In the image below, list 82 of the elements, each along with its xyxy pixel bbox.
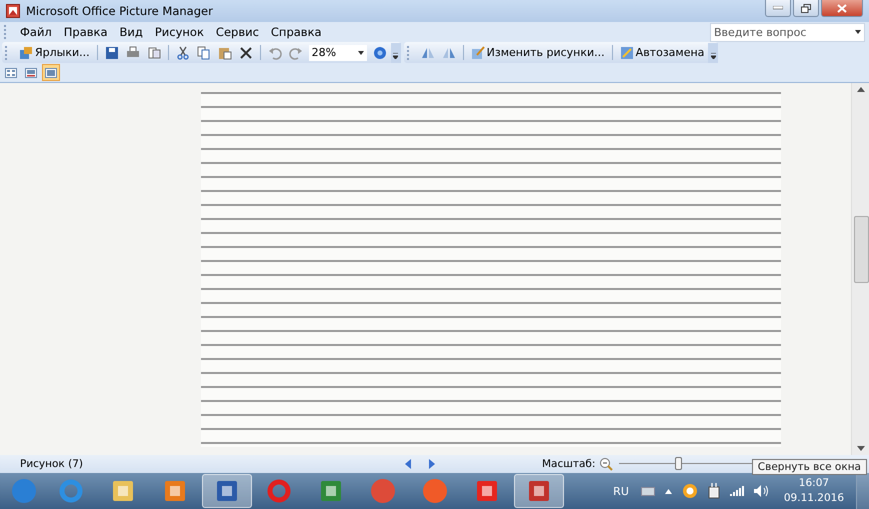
toolbar-options-button[interactable]	[390, 42, 401, 62]
next-icon	[429, 459, 435, 469]
dropdown-caret-icon	[358, 50, 364, 54]
help-icon	[372, 46, 387, 60]
taskbar-app-button[interactable]	[514, 474, 564, 508]
redo-icon	[288, 46, 303, 60]
edit-pictures-button[interactable]: Изменить рисунки...	[468, 42, 608, 62]
ring-icon	[58, 478, 84, 504]
next-button[interactable]	[427, 459, 437, 469]
previous-button[interactable]	[403, 459, 413, 469]
square-icon	[526, 478, 552, 504]
shortcuts-button[interactable]: Ярлыки...	[16, 42, 93, 62]
shortcuts-icon	[19, 46, 33, 60]
picture-count: Рисунок (7)	[20, 458, 83, 470]
picture-manager-icon	[6, 4, 20, 18]
copy-icon	[196, 46, 211, 60]
clipboard-icon	[218, 46, 232, 60]
picture-pencil-icon	[470, 46, 485, 60]
menu-item[interactable]: Правка	[58, 25, 114, 39]
picture-wand-icon	[620, 46, 634, 60]
minimize-icon	[773, 6, 783, 10]
chevron-icon	[710, 52, 716, 58]
slider-thumb[interactable]	[675, 457, 682, 470]
circle-icon	[370, 478, 396, 504]
zoom-out-button[interactable]	[597, 457, 616, 471]
chevron-icon	[393, 52, 398, 58]
keyboard-icon[interactable]	[640, 486, 655, 496]
taskbar-app-button[interactable]	[202, 474, 252, 508]
triangles-icon	[420, 46, 435, 60]
previous-icon	[405, 459, 411, 469]
clock[interactable]: 16:07 09.11.2016	[784, 476, 844, 506]
printer-icon	[126, 46, 140, 60]
view-mode-icon	[45, 68, 57, 78]
clock-date: 09.11.2016	[784, 491, 844, 506]
menu-item[interactable]: Сервис	[210, 25, 265, 39]
show-desktop-button[interactable]	[856, 473, 869, 509]
zoom-dropdown[interactable]: 28%	[308, 44, 367, 60]
autocorrect-button[interactable]: Автозамена	[616, 42, 708, 62]
view-mode-button[interactable]	[42, 64, 60, 81]
restore-button[interactable]	[793, 0, 819, 17]
tooltip: Свернуть все окна	[752, 459, 867, 475]
scroll-down-icon[interactable]	[856, 446, 864, 451]
vertical-scrollbar[interactable]	[851, 83, 869, 455]
clock-time: 16:07	[798, 476, 830, 491]
speaker-icon[interactable]	[754, 485, 770, 497]
dropdown-caret-icon	[855, 30, 861, 34]
language-indicator[interactable]: RU	[613, 484, 629, 498]
close-button[interactable]	[821, 0, 863, 17]
circle-icon	[11, 478, 37, 504]
square-icon	[110, 478, 136, 504]
save-icon	[104, 46, 119, 60]
zoom-out-icon	[599, 457, 614, 471]
circle-icon	[422, 478, 448, 504]
toolbar-options-button[interactable]	[708, 42, 718, 62]
power-plug-icon[interactable]	[708, 483, 720, 499]
view-mode-icon	[5, 68, 17, 78]
ring-icon	[266, 478, 292, 504]
square-icon	[162, 478, 188, 504]
menu-item[interactable]: Файл	[14, 25, 58, 39]
close-icon	[837, 4, 847, 12]
triangles-icon	[442, 46, 456, 60]
restore-icon	[801, 4, 811, 12]
square-icon	[318, 478, 344, 504]
document-icon	[146, 46, 161, 60]
help-search-field[interactable]: Введите вопрос	[711, 24, 855, 40]
zoom-label: Масштаб:	[542, 458, 596, 470]
scissors-icon	[176, 46, 190, 60]
window-title: Microsoft Office Picture Manager	[26, 4, 213, 18]
menu-item[interactable]: Справка	[264, 25, 328, 39]
undo-icon	[268, 46, 282, 60]
delete-icon	[238, 46, 253, 60]
show-hidden-icons-icon[interactable]	[664, 488, 672, 494]
signal-bars-icon[interactable]	[730, 486, 744, 496]
scroll-thumb[interactable]	[854, 216, 869, 283]
ring-icon[interactable]	[682, 483, 698, 499]
menu-item[interactable]: Рисунок	[148, 25, 210, 39]
square-icon	[474, 478, 500, 504]
square-icon	[214, 478, 240, 504]
scroll-up-icon[interactable]	[856, 87, 864, 92]
help-search-box[interactable]: Введите вопрос	[710, 22, 865, 42]
view-mode-icon	[25, 68, 37, 78]
menu-item[interactable]: Вид	[114, 25, 149, 39]
